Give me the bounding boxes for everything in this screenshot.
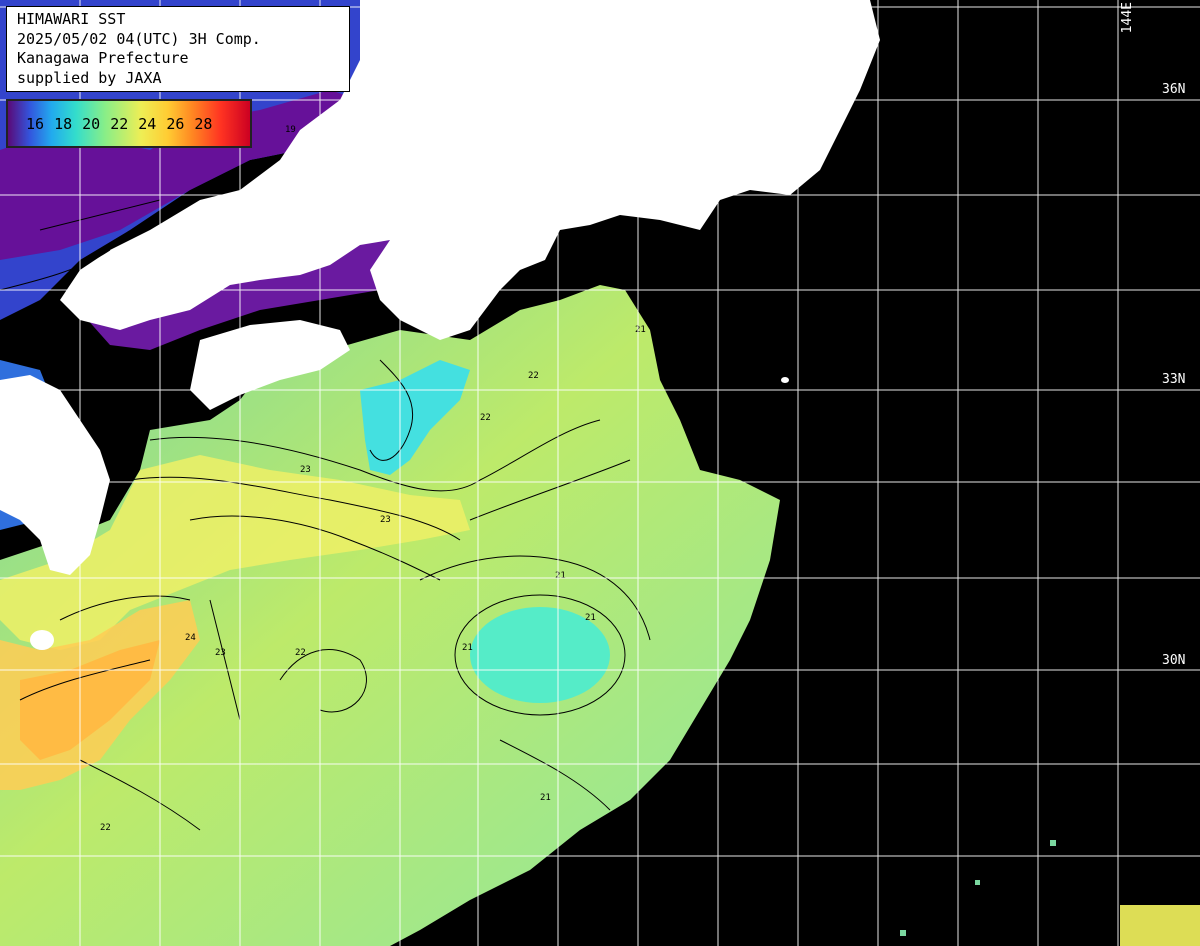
contour-label: 21	[585, 613, 596, 623]
sst-map-viewer: 19 21 22 23 24 21 22 23 21 22 21 23 22 2…	[0, 0, 1200, 946]
land-small-island	[30, 630, 54, 650]
legend-tick: 18	[54, 115, 73, 133]
legend-tick: 16	[26, 115, 45, 133]
product-title: HIMAWARI SST	[17, 10, 126, 28]
contour-label: 21	[555, 571, 566, 581]
contour-label: 21	[540, 793, 551, 803]
contour-label: 23	[215, 648, 226, 658]
legend-tick: 20	[82, 115, 101, 133]
legend-ticks: 16 18 20 22 24 26 28	[8, 115, 250, 133]
legend-tick: 28	[194, 115, 213, 133]
contour-label: 22	[100, 823, 111, 833]
sst-color-legend: 16 18 20 22 24 26 28	[6, 99, 252, 148]
lat-label-33n: 33N	[1162, 372, 1186, 387]
lon-label-136e: 136E	[480, 2, 495, 34]
land-izu-island	[781, 377, 789, 383]
lon-label-144e: 144E	[1120, 2, 1135, 34]
contour-label: 22	[295, 648, 306, 658]
contour-label: 22	[480, 413, 491, 423]
contour-label: 19	[285, 125, 296, 135]
legend-tick: 24	[138, 115, 157, 133]
timestamp: 2025/05/02 04(UTC) 3H Comp.	[17, 29, 261, 48]
lat-label-30n: 30N	[1162, 653, 1186, 668]
credit-line: supplied by JAXA	[17, 68, 162, 87]
info-box: HIMAWARI SST 2025/05/02 04(UTC) 3H Comp.…	[6, 6, 350, 92]
lat-label-36n: 36N	[1162, 82, 1186, 97]
provider-line: Kanagawa Prefecture	[17, 49, 189, 67]
legend-tick: 26	[166, 115, 185, 133]
contour-label: 22	[528, 371, 539, 381]
contour-label: 21	[462, 643, 473, 653]
contour-label: 24	[185, 633, 196, 643]
contour-label: 21	[635, 325, 646, 335]
legend-tick: 22	[110, 115, 129, 133]
contour-label: 23	[300, 465, 311, 475]
contour-label: 23	[380, 515, 391, 525]
